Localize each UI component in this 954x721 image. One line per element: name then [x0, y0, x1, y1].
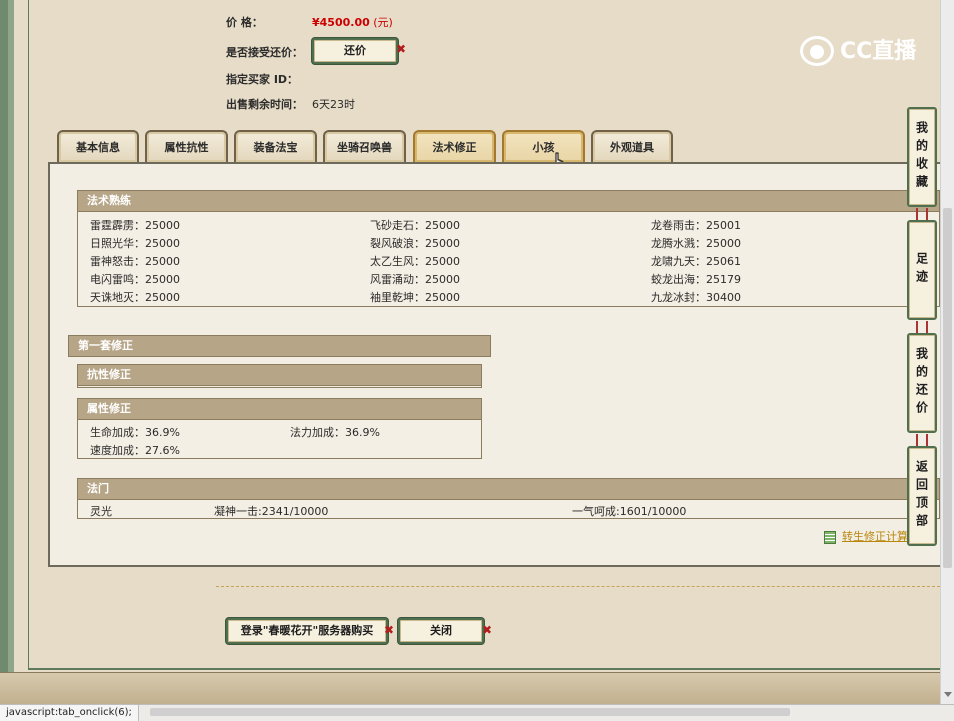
side-rope — [916, 208, 928, 220]
spell-mastery-box: 法术熟练 雷霆霹雳：25000 飞砂走石：25000 龙卷雨击：25001 日照… — [77, 190, 940, 307]
scrollbar-thumb[interactable] — [943, 208, 952, 568]
list-item: 凝神一击:2341/10000 — [214, 505, 329, 518]
vertical-scrollbar[interactable] — [940, 0, 954, 704]
list-item: 九龙冰封：30400 — [651, 291, 741, 304]
magic-gate-title: 法门 — [78, 479, 939, 500]
horizontal-scrollbar[interactable] — [150, 708, 790, 716]
first-set-title: 第一套修正 — [68, 335, 491, 357]
attr-fix-box: 属性修正 生命加成：36.9% 法力加成：36.9% 速度加成：27.6% — [77, 398, 482, 459]
attr-fix-title: 属性修正 — [78, 399, 481, 420]
price-unit: (元) — [373, 16, 393, 29]
login-buy-button[interactable]: 登录"春暖花开"服务器购买 — [226, 618, 388, 644]
list-item: 雷霆霹雳：25000 — [90, 219, 180, 232]
list-item: 袖里乾坤：25000 — [370, 291, 460, 304]
rope-knot-icon: ✖ — [396, 42, 407, 56]
list-item: 天诛地灭：25000 — [90, 291, 180, 304]
cc-cloud-icon — [800, 36, 834, 66]
list-item: 龙卷雨击：25001 — [651, 219, 741, 232]
bargain-button[interactable]: 还价 — [312, 38, 398, 64]
scroll-down-icon[interactable] — [944, 692, 952, 697]
bottom-decor-band — [0, 672, 954, 707]
my-bargain-button[interactable]: 我的还价 — [907, 333, 937, 433]
resist-fix-title: 抗性修正 — [78, 365, 481, 386]
list-item: 龙腾水溅：25000 — [651, 237, 741, 250]
status-text: javascript:tab_onclick(6); — [0, 705, 139, 721]
side-rope — [916, 434, 928, 446]
list-item: 灵光 — [90, 505, 112, 518]
magic-gate-box: 法门 灵光 凝神一击:2341/10000 一气呵成:1601/10000 — [77, 478, 940, 519]
tab-child[interactable]: 小孩 — [502, 130, 585, 162]
rope-knot-icon: ✖ — [482, 623, 493, 637]
rebirth-calc-link[interactable]: 转生修正计算 — [824, 528, 908, 544]
tab-equipment[interactable]: 装备法宝 — [234, 130, 317, 162]
footprint-button[interactable]: 足迹 — [907, 220, 937, 320]
price-label: 价 格： — [226, 16, 263, 29]
remaining-time-label: 出售剩余时间： — [226, 98, 303, 111]
first-set-box: 第一套修正 — [68, 335, 491, 357]
close-button[interactable]: 关闭 — [398, 618, 484, 644]
price-amount: ¥4500.00 — [312, 16, 370, 29]
list-item: 风雷涌动：25000 — [370, 273, 460, 286]
cc-live-logo: CC直播 — [800, 32, 930, 72]
list-item: 电闪雷鸣：25000 — [90, 273, 180, 286]
logo-text: CC直播 — [840, 39, 917, 64]
bargain-label: 是否接受还价： — [226, 46, 303, 59]
rebirth-calc-label: 转生修正计算 — [842, 530, 908, 543]
tab-mount-summon[interactable]: 坐骑召唤兽 — [323, 130, 406, 162]
list-item: 一气呵成:1601/10000 — [572, 505, 687, 518]
resist-fix-box: 抗性修正 — [77, 364, 482, 388]
tab-spell-fix[interactable]: 法术修正 — [413, 130, 496, 162]
list-item: 生命加成：36.9% — [90, 426, 180, 439]
dotted-divider — [216, 586, 940, 587]
price-value: ¥4500.00 (元) — [312, 14, 393, 30]
list-item: 雷神怒击：25000 — [90, 255, 180, 268]
list-item: 法力加成：36.9% — [290, 426, 380, 439]
back-to-top-button[interactable]: 返回顶部 — [907, 446, 937, 546]
buyer-id-label: 指定买家 ID： — [226, 73, 299, 86]
calculator-icon — [824, 530, 836, 544]
list-item: 裂风破浪：25000 — [370, 237, 460, 250]
remaining-time-value: 6天23时 — [312, 98, 355, 111]
side-rope — [916, 321, 928, 333]
list-item: 龙啸九天：25061 — [651, 255, 741, 268]
my-favorites-button[interactable]: 我的收藏 — [907, 107, 937, 207]
spell-mastery-title: 法术熟练 — [78, 191, 939, 212]
list-item: 飞砂走石：25000 — [370, 219, 460, 232]
list-item: 日照光华：25000 — [90, 237, 180, 250]
list-item: 速度加成：27.6% — [90, 444, 180, 457]
list-item: 太乙生风：25000 — [370, 255, 460, 268]
tab-basic-info[interactable]: 基本信息 — [57, 130, 139, 162]
tab-attr-resist[interactable]: 属性抗性 — [145, 130, 228, 162]
rope-knot-icon: ✖ — [384, 623, 395, 637]
tab-appearance[interactable]: 外观道具 — [591, 130, 673, 162]
list-item: 蛟龙出海：25179 — [651, 273, 741, 286]
